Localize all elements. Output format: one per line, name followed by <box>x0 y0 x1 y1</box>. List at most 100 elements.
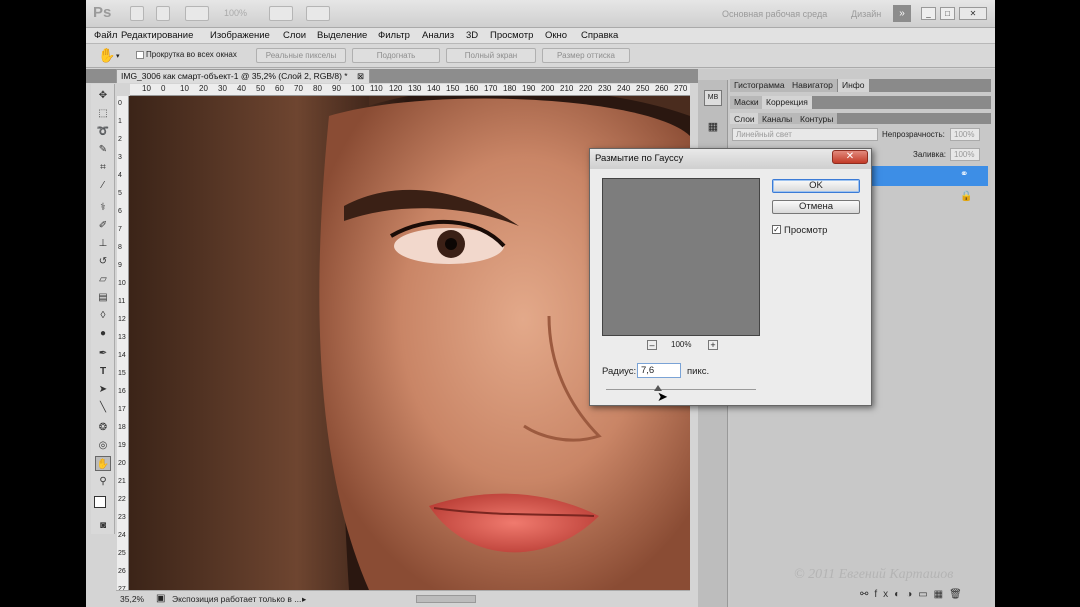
layer-row-selected[interactable]: ⚭ <box>870 166 988 186</box>
ruler-tick-label: 0 <box>118 100 122 107</box>
maximize-icon[interactable]: □ <box>940 7 955 20</box>
fit-screen-button[interactable]: Подогнать <box>352 48 440 63</box>
pen-tool-icon[interactable]: ✒ <box>95 346 111 361</box>
cancel-button[interactable]: Отмена <box>772 200 860 214</box>
mini-bridge-icon[interactable] <box>156 6 170 21</box>
tab-adjustments[interactable]: Коррекция <box>762 96 813 109</box>
marquee-tool-icon[interactable]: ⬚ <box>95 106 111 121</box>
screen-mode-icon[interactable] <box>306 6 330 21</box>
foreground-color-swatch[interactable] <box>94 496 106 508</box>
ruler-tick-label: 23 <box>118 514 126 521</box>
ok-button[interactable]: OK <box>772 179 860 193</box>
ruler-tick-label: 15 <box>118 370 126 377</box>
tool-preset-dropdown-icon[interactable]: ▾ <box>116 52 120 60</box>
document-tab[interactable]: IMG_3006 как смарт-объект-1 @ 35,2% (Сло… <box>116 69 370 83</box>
workspace-essentials[interactable]: Основная рабочая среда <box>722 9 827 19</box>
ruler-tick-label: 60 <box>275 84 284 93</box>
3d-orbit-icon[interactable]: ◎ <box>95 438 111 453</box>
status-bar: 35,2% ▣ Экспозиция работает только в ...… <box>116 590 690 607</box>
zoom-status[interactable]: 35,2% <box>120 592 144 606</box>
menu-analysis[interactable]: Анализ <box>422 30 454 41</box>
menu-window[interactable]: Окно <box>545 30 567 41</box>
quick-mask-icon[interactable]: ◙ <box>95 518 111 533</box>
horizontal-scrollbar[interactable] <box>416 595 476 603</box>
dodge-tool-icon[interactable]: ● <box>95 326 111 341</box>
tab-masks[interactable]: Маски <box>730 96 764 109</box>
history-brush-icon[interactable]: ↺ <box>95 254 111 269</box>
radius-input[interactable]: 7,6 <box>637 363 681 378</box>
lasso-tool-icon[interactable]: ➰ <box>95 124 111 139</box>
ruler-tick-label: 210 <box>560 84 574 93</box>
ruler-tick-label: 100 <box>351 84 365 93</box>
menu-3d[interactable]: 3D <box>466 30 478 41</box>
ruler-tick-label: 250 <box>636 84 650 93</box>
status-text: Экспозиция работает только в ... <box>172 594 302 604</box>
ruler-tick-label: 1 <box>118 118 122 125</box>
dialog-close-button[interactable]: ✕ <box>832 150 868 164</box>
radius-slider-track[interactable] <box>606 389 756 390</box>
ruler-tick-label: 6 <box>118 208 122 215</box>
tab-info[interactable]: Инфо <box>838 79 870 92</box>
shape-tool-icon[interactable]: ╲ <box>95 400 111 415</box>
print-size-button[interactable]: Размер оттиска <box>542 48 630 63</box>
zoom-tool-icon[interactable]: ⚲ <box>95 474 111 489</box>
gradient-tool-icon[interactable]: ▤ <box>95 290 111 305</box>
blend-mode-select[interactable]: Линейный свет <box>732 128 878 141</box>
scroll-all-windows-checkbox[interactable]: Прокрутка во всех окнах <box>136 50 237 59</box>
fill-screen-button[interactable]: Полный экран <box>446 48 536 63</box>
preview-label: Просмотр <box>784 225 828 236</box>
horizontal-ruler: 10 0 10 20 30 40 50 60 70 80 90 100 110 120 130 140 150 1… <box>130 84 690 96</box>
ruler-tick-label: 200 <box>541 84 555 93</box>
menu-help[interactable]: Справка <box>581 30 618 41</box>
tab-histogram[interactable]: Гистограмма <box>730 79 790 92</box>
hand-tool-icon[interactable]: ✋ <box>95 456 111 471</box>
crop-tool-icon[interactable]: ⌗ <box>95 160 111 175</box>
preview-zoom-value: 100% <box>671 340 692 349</box>
ruler-tick-label: 40 <box>237 84 246 93</box>
zoom-level-select[interactable]: 100% <box>224 8 247 18</box>
blur-tool-icon[interactable]: ◊ <box>95 308 111 323</box>
brush-tool-icon[interactable]: ✐ <box>95 218 111 233</box>
preview-checkbox[interactable]: ✓ <box>772 225 781 234</box>
opacity-field[interactable]: 100% <box>950 128 980 141</box>
layer-footer-icons[interactable]: ⚯fx◐◑▭▦🗑 <box>860 589 968 600</box>
extras-menu-icon[interactable] <box>185 6 209 21</box>
blur-preview[interactable] <box>602 178 760 336</box>
menu-layer[interactable]: Слои <box>283 30 306 41</box>
eyedropper-icon[interactable]: ⁄ <box>95 178 111 193</box>
mini-bridge-panel-icon[interactable]: MB <box>704 90 722 106</box>
menu-filter[interactable]: Фильтр <box>378 30 410 41</box>
clone-stamp-icon[interactable]: ⊥ <box>95 236 111 251</box>
opacity-label: Непрозрачность: <box>882 130 945 139</box>
eraser-tool-icon[interactable]: ▱ <box>95 272 111 287</box>
3d-rotate-icon[interactable]: ❂ <box>95 420 111 435</box>
bridge-icon[interactable] <box>130 6 144 21</box>
close-document-icon[interactable]: ⊠ <box>357 70 364 83</box>
status-menu-arrow-icon[interactable]: ▸ <box>302 592 306 606</box>
menu-select[interactable]: Выделение <box>317 30 367 41</box>
menu-view[interactable]: Просмотр <box>490 30 533 41</box>
menu-image[interactable]: Изображение <box>210 30 270 41</box>
document-tab-title: IMG_3006 как смарт-объект-1 @ 35,2% (Сло… <box>121 71 348 81</box>
tab-navigator[interactable]: Навигатор <box>788 79 838 92</box>
quick-selection-icon[interactable]: ✎ <box>95 142 111 157</box>
preview-zoom-out-button[interactable]: – <box>647 340 657 350</box>
fill-field[interactable]: 100% <box>950 148 980 161</box>
path-selection-icon[interactable]: ➤ <box>95 382 111 397</box>
type-tool-icon[interactable]: T <box>95 364 111 379</box>
preview-zoom-in-button[interactable]: + <box>708 340 718 350</box>
move-tool-icon[interactable]: ✥ <box>95 88 111 103</box>
menu-edit[interactable]: Редактирование <box>121 30 193 41</box>
workspace-more-button[interactable]: » <box>893 5 911 22</box>
close-window-icon[interactable]: ✕ <box>959 7 987 20</box>
ruler-tick-label: 0 <box>161 84 166 93</box>
minimize-icon[interactable]: _ <box>921 7 936 20</box>
workspace-design[interactable]: Дизайн <box>851 9 881 19</box>
arrange-documents-icon[interactable] <box>269 6 293 21</box>
gaussian-blur-dialog: Размытие по Гауссу ✕ – 100% + OK Отмена … <box>589 148 872 406</box>
history-panel-icon[interactable]: ▦ <box>704 120 722 136</box>
actual-pixels-button[interactable]: Реальные пикселы <box>256 48 346 63</box>
healing-brush-icon[interactable]: ⚕ <box>95 200 111 215</box>
menu-file[interactable]: Файл <box>94 30 117 41</box>
layer-row[interactable]: 🔒 <box>870 188 988 208</box>
